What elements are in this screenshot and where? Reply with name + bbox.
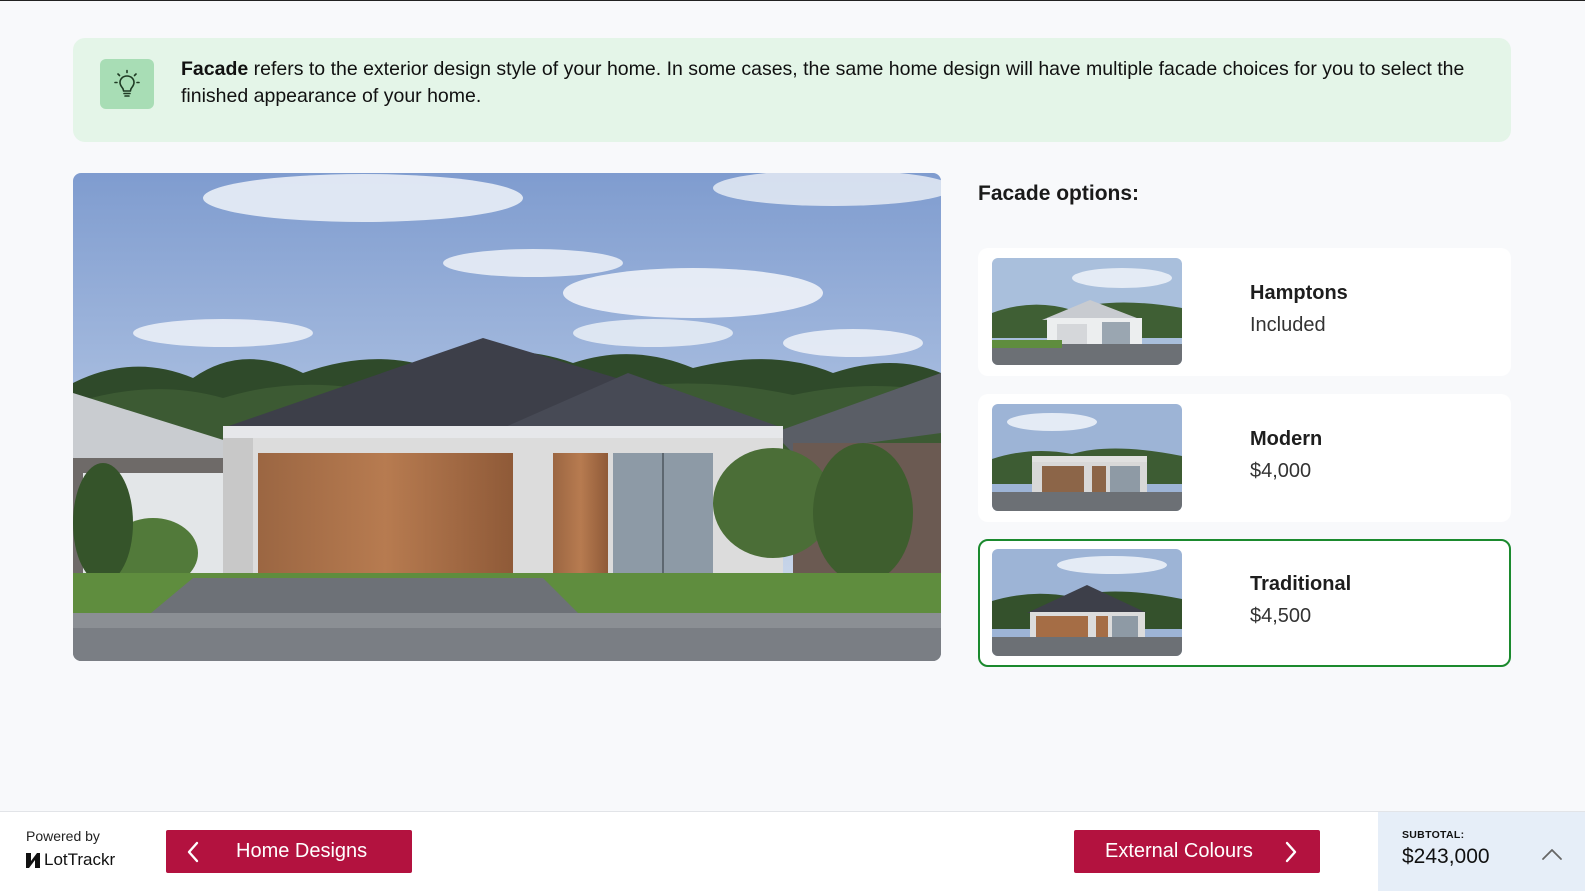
facade-preview-image bbox=[73, 173, 941, 661]
option-price: Included bbox=[1250, 314, 1326, 336]
footer-bar: Powered by LotTrackr Home Designs Extern… bbox=[0, 811, 1585, 891]
option-name: Modern bbox=[1250, 428, 1323, 450]
info-text-bold: Facade bbox=[181, 58, 249, 80]
subtotal-panel[interactable]: SUBTOTAL: $243,000 bbox=[1378, 812, 1585, 891]
next-button-label: External Colours bbox=[1105, 840, 1253, 862]
powered-by-label: Powered by bbox=[26, 828, 100, 844]
top-rule bbox=[0, 0, 1585, 1]
info-text-body: refers to the exterior design style of y… bbox=[181, 58, 1465, 107]
chevron-right-icon bbox=[1285, 841, 1297, 863]
options-title: Facade options: bbox=[978, 182, 1140, 205]
subtotal-label: SUBTOTAL: bbox=[1402, 829, 1465, 841]
modern-thumbnail bbox=[992, 404, 1182, 511]
next-external-colours-button[interactable]: External Colours bbox=[1074, 830, 1320, 873]
subtotal-value: $243,000 bbox=[1402, 845, 1490, 868]
option-price: $4,500 bbox=[1250, 605, 1312, 627]
lottrackr-logo[interactable]: LotTrackr bbox=[25, 850, 115, 870]
chevron-left-icon bbox=[187, 841, 199, 863]
traditional-thumbnail bbox=[992, 549, 1182, 656]
option-price: $4,000 bbox=[1250, 460, 1312, 482]
facade-option-traditional[interactable]: Traditional $4,500 bbox=[978, 539, 1511, 667]
back-button-label: Home Designs bbox=[236, 840, 368, 862]
chevron-up-icon[interactable] bbox=[1541, 847, 1563, 861]
lightbulb-icon bbox=[100, 59, 154, 109]
option-name: Hamptons bbox=[1250, 282, 1348, 304]
info-banner: Facade refers to the exterior design sty… bbox=[73, 38, 1511, 142]
option-name: Traditional bbox=[1250, 573, 1352, 595]
back-home-designs-button[interactable]: Home Designs bbox=[166, 830, 412, 873]
facade-option-modern[interactable]: Modern $4,000 bbox=[978, 394, 1511, 522]
facade-option-hamptons[interactable]: Hamptons Included bbox=[978, 248, 1511, 376]
lottrackr-logo-icon bbox=[26, 852, 40, 868]
info-text: Facade refers to the exterior design sty… bbox=[181, 56, 1481, 110]
brand-name: LotTrackr bbox=[44, 850, 116, 869]
hamptons-thumbnail bbox=[992, 258, 1182, 365]
